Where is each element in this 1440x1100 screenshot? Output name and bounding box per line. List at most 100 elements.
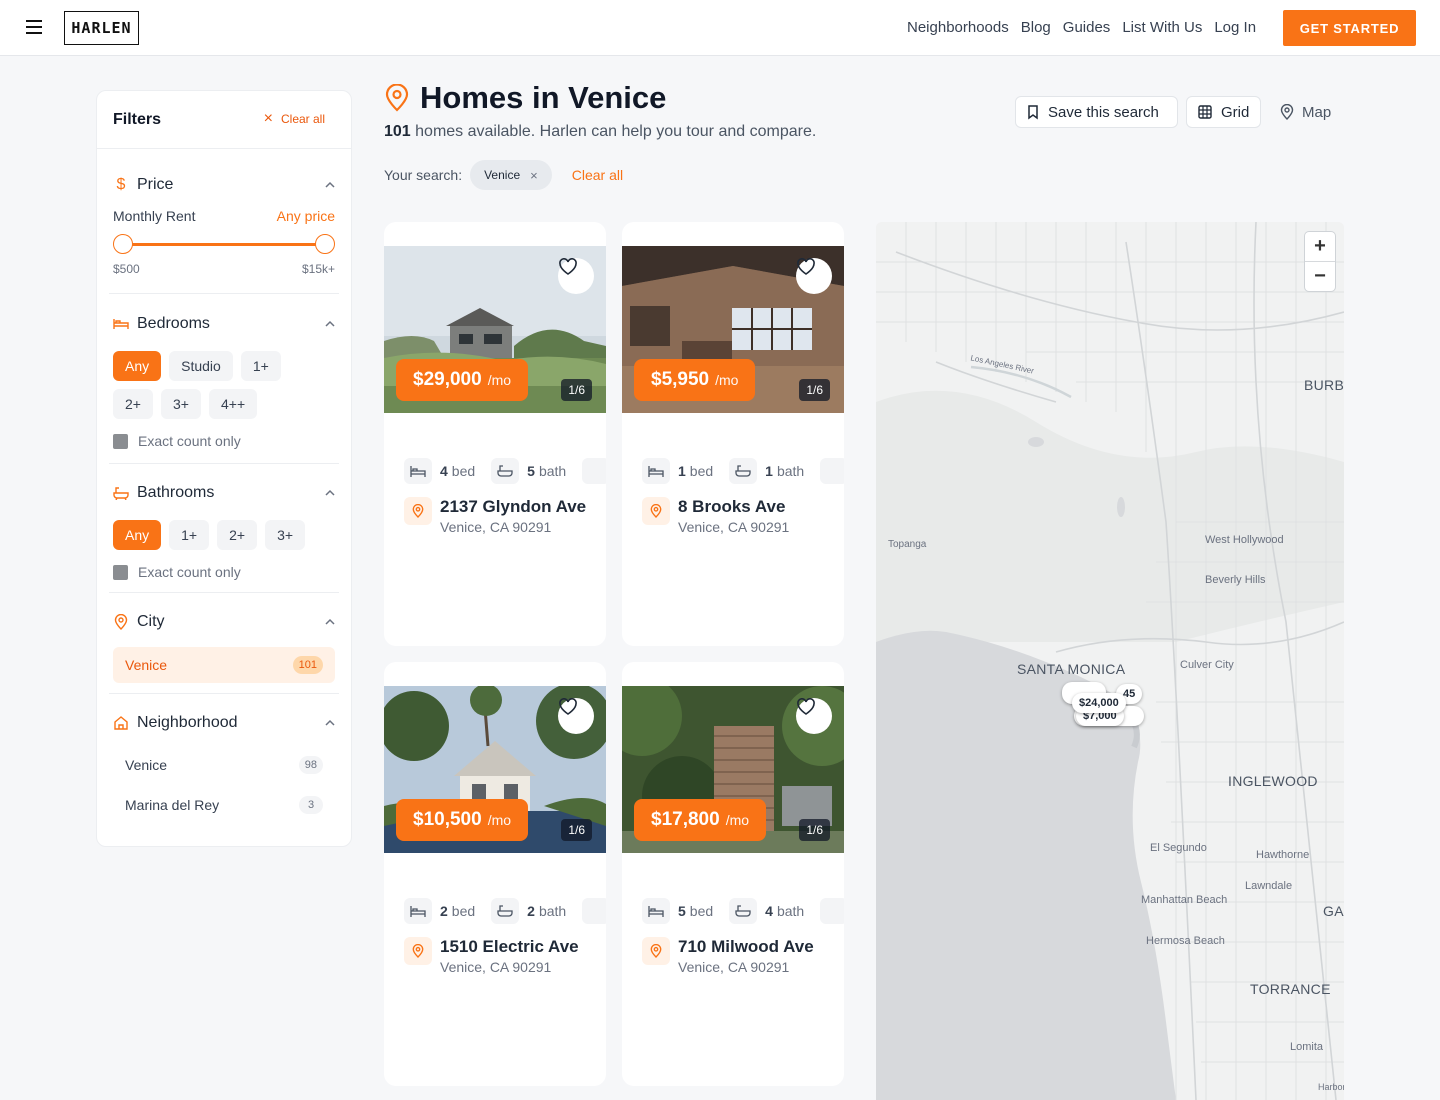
- price-range-slider[interactable]: [113, 234, 335, 254]
- bed-label: bed: [451, 903, 476, 919]
- chevron-up-icon: [325, 719, 335, 726]
- map-price-pin[interactable]: $24,000: [1072, 693, 1126, 713]
- city-count: 101: [292, 656, 323, 674]
- bath-label: bath: [538, 463, 567, 479]
- listing-price: $5,950: [651, 369, 710, 390]
- bed-count: 5: [678, 903, 686, 919]
- bed-count: 4: [440, 463, 448, 479]
- bedroom-option-studio[interactable]: Studio: [169, 351, 233, 381]
- listing-specs: 2 bed 2 bath: [404, 898, 606, 924]
- bath-label: bath: [776, 903, 805, 919]
- bath-icon: [729, 458, 758, 484]
- get-started-button[interactable]: GET STARTED: [1283, 10, 1416, 46]
- neighborhood-name: Marina del Rey: [125, 797, 220, 813]
- map-label: Beverly Hills: [1205, 574, 1266, 586]
- slider-min-handle[interactable]: [113, 234, 133, 254]
- bathroom-option-2plus[interactable]: 2+: [217, 520, 258, 550]
- listing-price: $10,500: [413, 809, 482, 830]
- bathroom-option-1plus[interactable]: 1+: [169, 520, 210, 550]
- bedroom-option-4plus[interactable]: 4++: [209, 389, 258, 419]
- map-label: Lomita: [1290, 1041, 1324, 1053]
- bath-icon: [113, 485, 129, 501]
- bed-count: 1: [678, 463, 686, 479]
- bath-icon: [729, 898, 758, 924]
- nav-blog[interactable]: Blog: [1021, 19, 1051, 36]
- neighborhood-option-venice[interactable]: Venice 98: [113, 747, 335, 783]
- save-search-button[interactable]: Save this search: [1015, 96, 1178, 128]
- favorite-button[interactable]: [796, 698, 832, 734]
- clear-all-filters-button[interactable]: × Clear all: [264, 111, 325, 127]
- remove-icon[interactable]: ×: [530, 168, 538, 183]
- neighborhood-title: Neighborhood: [137, 714, 238, 731]
- slider-max-handle[interactable]: [315, 234, 335, 254]
- filters-panel: Filters × Clear all $ Price Monthly Rent…: [96, 90, 352, 847]
- nav-log-in[interactable]: Log In: [1214, 19, 1256, 36]
- listing-card[interactable]: $29,000 /mo 1/6 4 bed 5 bath 2137 Glyndon …: [384, 222, 606, 646]
- price-filter-header[interactable]: $ Price: [113, 174, 335, 196]
- results-summary-text: homes available. Harlen can help you tou…: [415, 123, 817, 140]
- nav-guides[interactable]: Guides: [1063, 19, 1111, 36]
- listing-photo[interactable]: $29,000 /mo 1/6: [384, 246, 606, 413]
- bedrooms-filter-header[interactable]: Bedrooms: [113, 313, 335, 335]
- results-count: 101: [384, 123, 411, 140]
- nav-list-with-us[interactable]: List With Us: [1122, 19, 1202, 36]
- neighborhood-option-marina-del-rey[interactable]: Marina del Rey 3: [113, 787, 335, 823]
- menu-icon[interactable]: [26, 20, 42, 34]
- listing-street[interactable]: 2137 Glyndon Ave: [440, 497, 586, 517]
- bedroom-option-2plus[interactable]: 2+: [113, 389, 153, 419]
- map-pin-icon: [1280, 104, 1294, 120]
- listing-street[interactable]: 1510 Electric Ave: [440, 937, 579, 957]
- bathrooms-exact-checkbox[interactable]: Exact count only: [113, 564, 335, 580]
- bedrooms-exact-checkbox[interactable]: Exact count only: [113, 433, 335, 449]
- neighborhood-filter: Neighborhood Venice 98 Marina del Rey 3: [113, 712, 335, 823]
- search-chip-venice[interactable]: Venice ×: [470, 160, 552, 190]
- neighborhood-count: 3: [299, 796, 323, 814]
- listing-city: Venice, CA 90291: [678, 959, 790, 975]
- clear-all-search-link[interactable]: Clear all: [572, 167, 623, 183]
- zoom-out-button[interactable]: −: [1305, 262, 1335, 292]
- listing-street[interactable]: 8 Brooks Ave: [678, 497, 789, 517]
- bedrooms-exact-label: Exact count only: [138, 433, 241, 449]
- monthly-rent-label: Monthly Rent: [113, 208, 196, 224]
- listing-photo[interactable]: $5,950 /mo 1/6: [622, 246, 844, 413]
- favorite-button[interactable]: [558, 698, 594, 734]
- bathroom-option-any[interactable]: Any: [113, 520, 162, 550]
- listing-address: 1510 Electric Ave Venice, CA 90291: [404, 937, 579, 975]
- map-label: Harbor Hi: [1318, 1082, 1344, 1092]
- photo-counter: 1/6: [561, 819, 592, 841]
- bathroom-option-3plus[interactable]: 3+: [265, 520, 306, 550]
- bedroom-option-any[interactable]: Any: [113, 351, 162, 381]
- map-view-button[interactable]: Map: [1270, 96, 1342, 128]
- listing-street[interactable]: 710 Milwood Ave: [678, 937, 814, 957]
- listing-card[interactable]: $5,950 /mo 1/6 1 bed 1 bath 8 Brooks Ave V…: [622, 222, 844, 646]
- heart-icon: [797, 258, 815, 275]
- listing-card[interactable]: $10,500 /mo 1/6 2 bed 2 bath 1510 Electric…: [384, 662, 606, 1086]
- zoom-in-button[interactable]: +: [1305, 232, 1335, 262]
- listing-price: $29,000: [413, 369, 482, 390]
- bathrooms-exact-label: Exact count only: [138, 564, 241, 580]
- price-tag: $10,500 /mo: [396, 799, 529, 841]
- bedrooms-title: Bedrooms: [137, 315, 210, 332]
- city-filter-header[interactable]: City: [113, 611, 335, 633]
- grid-icon: [1198, 105, 1212, 119]
- map-zoom-controls: + −: [1305, 232, 1335, 291]
- harlen-logo[interactable]: HARLEN: [64, 11, 139, 45]
- nav-neighborhoods[interactable]: Neighborhoods: [907, 19, 1009, 36]
- listing-photo[interactable]: $10,500 /mo 1/6: [384, 686, 606, 853]
- favorite-button[interactable]: [796, 258, 832, 294]
- price-min-label: $500: [113, 262, 140, 276]
- results-map[interactable]: + − Los Angeles River BURB Topanga West …: [876, 222, 1344, 1100]
- neighborhood-filter-header[interactable]: Neighborhood: [113, 712, 335, 734]
- listing-photo[interactable]: $17,800 /mo 1/6: [622, 686, 844, 853]
- price-filter: $ Price Monthly Rent Any price $500 $15k…: [113, 174, 335, 276]
- bedroom-option-1plus[interactable]: 1+: [240, 351, 281, 381]
- bedroom-option-3plus[interactable]: 3+: [161, 389, 201, 419]
- grid-view-button[interactable]: Grid: [1186, 96, 1261, 128]
- listing-card[interactable]: $17,800 /mo 1/6 5 bed 4 bath 710 Milwood A…: [622, 662, 844, 1086]
- bathrooms-filter-header[interactable]: Bathrooms: [113, 482, 335, 504]
- size-icon: [582, 458, 606, 484]
- bathrooms-filter: Bathrooms Any 1+ 2+ 3+ Exact count only: [113, 482, 335, 580]
- bathrooms-title: Bathrooms: [137, 484, 215, 501]
- favorite-button[interactable]: [558, 258, 594, 294]
- city-option-venice[interactable]: Venice 101: [113, 647, 335, 683]
